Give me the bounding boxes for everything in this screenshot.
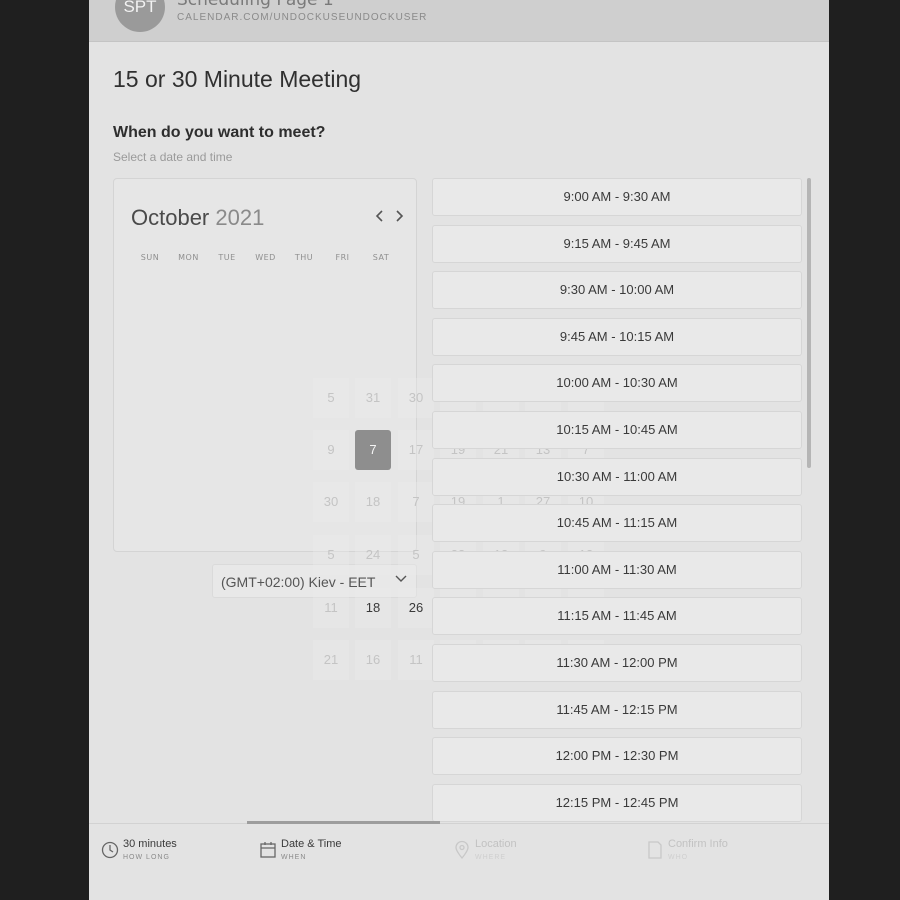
- previous-month-button[interactable]: [373, 207, 387, 226]
- calendar-day[interactable]: 24: [355, 535, 391, 575]
- document-icon: [646, 840, 664, 860]
- calendar-day[interactable]: 5: [313, 378, 349, 418]
- weekday-label: SAT: [372, 253, 390, 262]
- location-pin-icon: [453, 840, 471, 860]
- month-name: October: [131, 205, 210, 230]
- scheduling-page: SPT Scheduling Page 1 CALENDAR.COM/UNDOC…: [89, 0, 829, 900]
- calendar-day[interactable]: 11: [313, 588, 349, 628]
- time-slot-button[interactable]: 9:30 AM - 10:00 AM: [432, 271, 802, 310]
- calendar-day[interactable]: 18: [355, 588, 391, 628]
- time-slot-button[interactable]: 9:00 AM - 9:30 AM: [432, 178, 802, 216]
- weekday-label: SUN: [140, 253, 160, 262]
- page-title: 15 or 30 Minute Meeting: [113, 66, 362, 92]
- time-slot-button[interactable]: 10:00 AM - 10:30 AM: [432, 364, 802, 403]
- time-slot-button[interactable]: 10:30 AM - 11:00 AM: [432, 457, 802, 496]
- step-sublabel: HOW LONG: [123, 854, 170, 861]
- calendar-day[interactable]: 5: [313, 535, 349, 575]
- header-url: CALENDAR.COM/UNDOCKUSEUNDOCKUSER: [177, 12, 428, 23]
- calendar-day[interactable]: 17: [398, 430, 434, 470]
- weekday-label: TUE: [218, 253, 236, 262]
- calendar-day[interactable]: 18: [355, 482, 391, 522]
- calendar-day[interactable]: 7: [398, 482, 434, 522]
- time-slot-button[interactable]: 11:00 AM - 11:30 AM: [432, 550, 802, 589]
- time-slot-button[interactable]: 9:45 AM - 10:15 AM: [432, 317, 802, 356]
- calendar-day[interactable]: 9: [313, 430, 349, 470]
- chevron-left-icon: [375, 210, 383, 222]
- calendar-day[interactable]: 5: [398, 535, 434, 575]
- time-slot-button[interactable]: 12:15 PM - 12:45 PM: [432, 783, 802, 822]
- time-slot-button[interactable]: 11:30 AM - 12:00 PM: [432, 644, 802, 682]
- month-year: 2021: [215, 205, 265, 230]
- step-label: Confirm Info: [668, 838, 728, 850]
- section-subheading: Select a date and time: [113, 150, 233, 164]
- calendar-icon: [259, 840, 277, 860]
- calendar-day[interactable]: 31: [355, 378, 391, 418]
- step-progress-indicator: [247, 821, 440, 824]
- page-header: SPT Scheduling Page 1 CALENDAR.COM/UNDOC…: [89, 0, 829, 42]
- avatar: SPT: [115, 0, 165, 32]
- section-heading: When do you want to meet?: [113, 124, 326, 141]
- calendar-day[interactable]: 30: [313, 482, 349, 522]
- weekday-label: MON: [178, 253, 199, 262]
- month-title: October 2021: [131, 205, 264, 231]
- calendar-day[interactable]: 26: [398, 588, 434, 628]
- weekday-header: SUN MON TUE WED THU FRI SAT: [131, 253, 411, 265]
- time-slot-button[interactable]: 12:00 PM - 12:30 PM: [432, 737, 802, 776]
- weekday-label: THU: [294, 253, 314, 262]
- clock-icon: [101, 840, 119, 860]
- time-slot-button[interactable]: 10:15 AM - 10:45 AM: [432, 411, 802, 449]
- time-slot-button[interactable]: 9:15 AM - 9:45 AM: [432, 224, 802, 263]
- time-slot-scrollbar[interactable]: [807, 178, 811, 468]
- time-slot-button[interactable]: 10:45 AM - 11:15 AM: [432, 504, 802, 543]
- selected-day[interactable]: 7: [355, 430, 391, 470]
- time-slot-button[interactable]: 11:15 AM - 11:45 AM: [432, 597, 802, 636]
- step-label: Date & Time: [281, 838, 342, 850]
- calendar-day[interactable]: 21: [313, 640, 349, 680]
- time-slot-list: 9:00 AM - 9:30 AM 9:15 AM - 9:45 AM 9:30 A…: [432, 178, 802, 824]
- step-label: Location: [475, 838, 517, 850]
- time-slot-button[interactable]: 11:45 AM - 12:15 PM: [432, 690, 802, 729]
- chevron-right-icon: [396, 210, 404, 222]
- calendar-day[interactable]: 11: [398, 640, 434, 680]
- weekday-label: FRI: [335, 253, 350, 262]
- next-month-button[interactable]: [392, 207, 406, 226]
- header-title: Scheduling Page 1: [177, 0, 334, 10]
- step-label: 30 minutes: [123, 838, 177, 850]
- step-sublabel: WHERE: [475, 854, 507, 861]
- step-sublabel: WHEN: [281, 854, 307, 861]
- calendar-day[interactable]: 30: [398, 378, 434, 418]
- booking-steps: 30 minutes HOW LONG Date & Time WHEN Locatio…: [89, 821, 829, 900]
- calendar-day[interactable]: 16: [355, 640, 391, 680]
- weekday-label: WED: [255, 253, 276, 262]
- step-sublabel: WHO: [668, 854, 689, 861]
